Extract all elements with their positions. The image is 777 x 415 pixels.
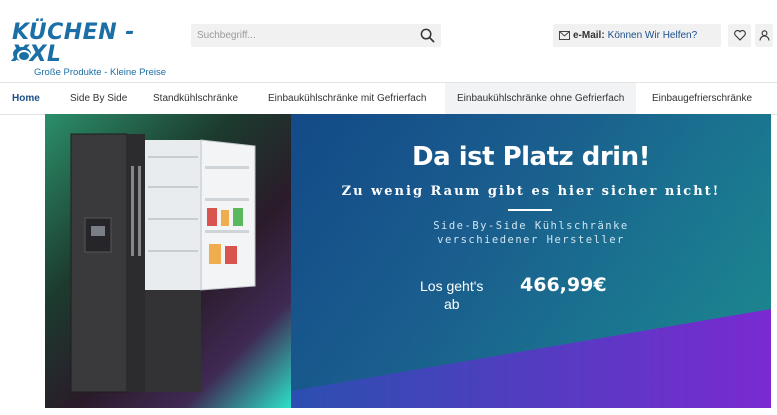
banner-cta-prefix: Los geht's ab (420, 277, 500, 313)
search-input[interactable] (197, 24, 417, 47)
banner-price: 466,99€ (520, 274, 607, 296)
banner-subline: Zu wenig Raum gibt es hier sicher nicht! (341, 184, 721, 199)
account-button[interactable] (755, 24, 773, 47)
banner-purple-accent (291, 309, 771, 408)
search-icon[interactable] (420, 28, 435, 43)
hero-banner[interactable]: Da ist Platz drin! Zu wenig Raum gibt es… (45, 114, 771, 408)
search-bar (191, 24, 441, 47)
logo-badge-icon (13, 47, 31, 62)
nav-item-standkuehlschraenke[interactable]: Standkühlschränke (141, 83, 250, 114)
banner-cta-prefix-line1: Los geht's (420, 278, 484, 294)
banner-divider (508, 209, 552, 211)
wishlist-button[interactable] (728, 24, 751, 47)
user-icon (758, 30, 770, 41)
banner-subtext-line1: Side-By-Side Kühlschränke (433, 220, 629, 232)
nav-item-home[interactable]: Home (0, 83, 52, 114)
nav-item-einbau-ohne-gefrierfach[interactable]: Einbaukühlschränke ohne Gefrierfach (445, 83, 637, 114)
contact-text: Können Wir Helfen? (607, 30, 698, 41)
fridge-image (70, 133, 256, 393)
heart-icon (733, 30, 746, 41)
banner-headline: Da ist Platz drin! (412, 142, 650, 172)
banner-cta-prefix-line2: ab (444, 296, 460, 312)
banner-subtext-line2: verschiedener Hersteller (437, 234, 625, 246)
logo-wordmark: KÜCHEN - XXL (12, 20, 135, 67)
nav-item-side-by-side[interactable]: Side By Side (58, 83, 139, 114)
contact-label: e-Mail: (573, 30, 605, 41)
nav-item-einbau-mit-gefrierfach[interactable]: Einbaukühlschränke mit Gefrierfach (256, 83, 438, 114)
site-header: KÜCHEN - XXL Große Produkte - Kleine Pre… (0, 0, 777, 80)
site-logo[interactable]: KÜCHEN - XXL Große Produkte - Kleine Pre… (12, 22, 172, 79)
mail-icon (559, 31, 570, 40)
contact-email-button[interactable]: e-Mail: Können Wir Helfen? (553, 24, 721, 47)
main-navigation: Home Side By Side Standkühlschränke Einb… (0, 82, 777, 115)
nav-item-einbaugefrierschraenke[interactable]: Einbaugefrierschränke (640, 83, 764, 114)
logo-tagline: Große Produkte - Kleine Preise (34, 67, 167, 78)
